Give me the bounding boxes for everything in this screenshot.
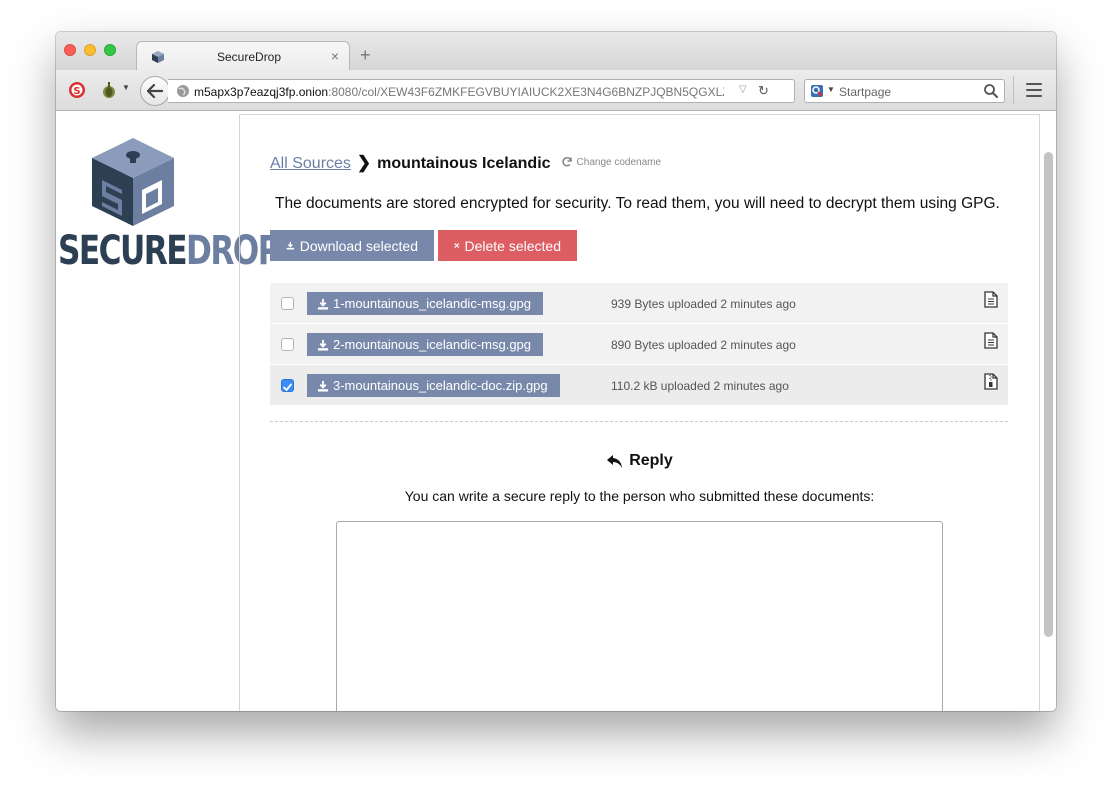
securedrop-favicon-icon xyxy=(152,51,164,63)
minimize-window-button[interactable] xyxy=(84,44,96,56)
document-info: 110.2 kB uploaded 2 minutes ago xyxy=(611,379,789,393)
tab-securedrop[interactable]: SecureDrop × xyxy=(136,41,350,71)
tab-title: SecureDrop xyxy=(217,50,282,64)
url-path: :8080/col/XEW43F6ZMKFEGVBUYIAIUCK2XE3N4G… xyxy=(328,85,724,99)
reply-textarea[interactable] xyxy=(336,521,943,711)
navigation-toolbar: S ▼ m5apx3p7eazqj3fp.onion:8080/col/XEW4… xyxy=(56,70,1056,111)
url-bar[interactable]: m5apx3p7eazqj3fp.onion:8080/col/XEW43F6Z… xyxy=(168,79,795,103)
tor-menu-caret-icon[interactable]: ▼ xyxy=(122,83,130,92)
document-actions: Download selected Delete selected xyxy=(270,230,577,261)
reload-icon[interactable]: ↻ xyxy=(758,83,769,99)
document-info: 939 Bytes uploaded 2 minutes ago xyxy=(611,297,796,311)
title-bar: SecureDrop × + xyxy=(56,32,1056,71)
search-placeholder: Startpage xyxy=(839,85,892,99)
document-info: 890 Bytes uploaded 2 minutes ago xyxy=(611,338,796,352)
tor-onion-icon[interactable] xyxy=(100,81,118,99)
back-button[interactable] xyxy=(140,76,170,106)
new-tab-button[interactable]: + xyxy=(360,46,371,64)
reply-arrow-icon xyxy=(607,454,623,468)
section-divider xyxy=(270,421,1008,422)
breadcrumb: All Sources ❯ mountainous Icelandic Chan… xyxy=(270,153,661,173)
delete-x-icon xyxy=(454,243,460,248)
refresh-icon xyxy=(561,157,572,167)
document-list: 1-mountainous_icelandic-msg.gpg 939 Byte… xyxy=(270,283,1008,406)
change-codename-label: Change codename xyxy=(576,156,662,168)
document-filename: 3-mountainous_icelandic-doc.zip.gpg xyxy=(333,378,548,393)
zoom-window-button[interactable] xyxy=(104,44,116,56)
sidebar: SECUREDROP xyxy=(56,112,281,711)
search-bar[interactable]: ▼ Startpage xyxy=(804,79,1005,103)
url-text[interactable]: m5apx3p7eazqj3fp.onion:8080/col/XEW43F6Z… xyxy=(194,85,724,99)
change-codename-button[interactable]: Change codename xyxy=(561,156,662,168)
tab-close-icon[interactable]: × xyxy=(331,48,339,64)
search-engine-icon[interactable] xyxy=(810,84,824,98)
chevron-right-icon: ❯ xyxy=(356,153,372,172)
encryption-notice: The documents are stored encrypted for s… xyxy=(275,195,1000,212)
search-engine-caret-icon[interactable]: ▼ xyxy=(827,85,835,94)
main-content: All Sources ❯ mountainous Icelandic Chan… xyxy=(239,114,1040,711)
delete-selected-label: Delete selected xyxy=(464,237,561,254)
document-row: 1-mountainous_icelandic-msg.gpg 939 Byte… xyxy=(270,283,1008,324)
download-selected-label: Download selected xyxy=(299,237,418,254)
download-icon xyxy=(317,380,329,392)
toolbar-separator xyxy=(1013,76,1014,104)
logo-text-secure: SECURE xyxy=(58,228,188,274)
delete-selected-button[interactable]: Delete selected xyxy=(438,230,577,261)
document-download-button[interactable]: 3-mountainous_icelandic-doc.zip.gpg xyxy=(307,374,560,397)
download-icon xyxy=(286,241,295,250)
reply-heading: Reply xyxy=(240,452,1039,470)
close-window-button[interactable] xyxy=(64,44,76,56)
download-icon xyxy=(317,339,329,351)
document-row: 2-mountainous_icelandic-msg.gpg 890 Byte… xyxy=(270,324,1008,365)
globe-icon xyxy=(177,85,189,97)
back-arrow-icon xyxy=(147,84,163,98)
zip-archive-icon xyxy=(984,373,998,390)
all-sources-link[interactable]: All Sources xyxy=(270,155,351,173)
document-filename: 1-mountainous_icelandic-msg.gpg xyxy=(333,296,532,311)
document-download-button[interactable]: 1-mountainous_icelandic-msg.gpg xyxy=(307,292,544,315)
url-history-dropdown-icon[interactable]: ▽ xyxy=(739,84,747,95)
document-row: 3-mountainous_icelandic-doc.zip.gpg 110.… xyxy=(270,365,1008,406)
document-checkbox[interactable] xyxy=(281,338,294,351)
source-codename: mountainous Icelandic xyxy=(377,155,551,172)
securedrop-logo-cube-icon xyxy=(92,138,174,226)
page-scrollbar[interactable] xyxy=(1044,152,1053,637)
reply-help-text: You can write a secure reply to the pers… xyxy=(404,488,875,504)
svg-text:S: S xyxy=(73,86,80,97)
page-viewport: SECUREDROP All Sources ❯ mountainous Ice… xyxy=(56,112,1056,711)
browser-window: SecureDrop × + S ▼ m5apx3p7eazqj3fp.onio… xyxy=(56,32,1056,711)
download-selected-button[interactable]: Download selected xyxy=(270,230,434,261)
download-icon xyxy=(317,298,329,310)
message-document-icon xyxy=(984,291,998,308)
checkmark-icon xyxy=(283,383,292,392)
document-filename: 2-mountainous_icelandic-msg.gpg xyxy=(333,337,532,352)
document-checkbox[interactable] xyxy=(281,297,294,310)
document-download-button[interactable]: 2-mountainous_icelandic-msg.gpg xyxy=(307,333,544,356)
startpage-extension-icon[interactable]: S xyxy=(68,81,86,99)
url-host: m5apx3p7eazqj3fp.onion xyxy=(194,85,329,99)
message-document-icon xyxy=(984,332,998,349)
reply-heading-label: Reply xyxy=(629,452,673,469)
menu-icon[interactable] xyxy=(1026,83,1042,97)
search-icon[interactable] xyxy=(983,83,999,99)
document-checkbox[interactable] xyxy=(281,379,294,392)
